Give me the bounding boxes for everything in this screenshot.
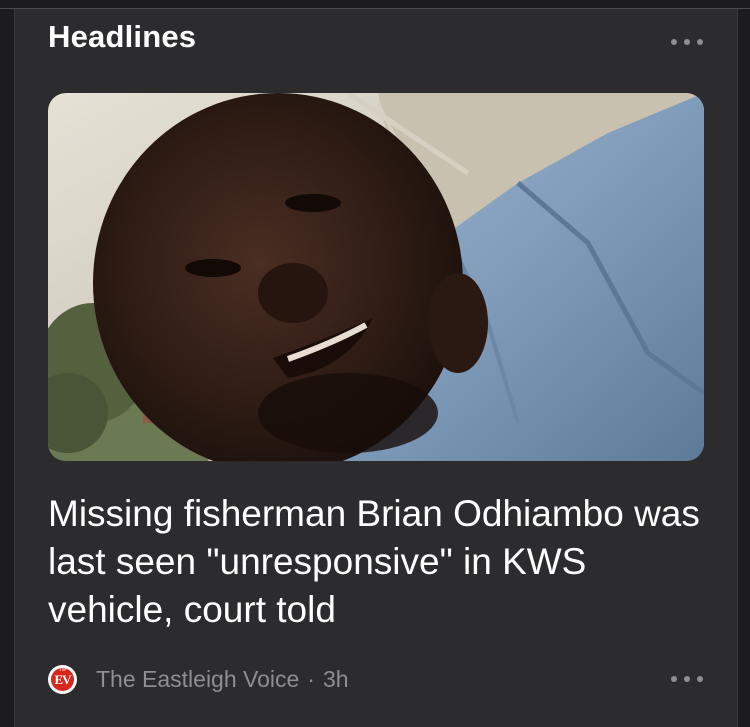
ellipsis-icon	[671, 39, 677, 45]
top-divider	[0, 0, 750, 9]
ellipsis-icon-dot	[684, 676, 690, 682]
ellipsis-icon-dot	[697, 676, 703, 682]
source-name: The Eastleigh Voice	[96, 665, 300, 692]
source-logo: The EV	[48, 664, 77, 694]
source-separator: ·	[307, 665, 315, 692]
article-photo	[48, 93, 704, 461]
article-time: 3h	[322, 665, 349, 692]
ellipsis-icon	[671, 676, 677, 682]
headlines-card: Headlines Missing fisherman Brian Odhiam…	[14, 9, 738, 727]
article-headline[interactable]: Missing fisherman Brian Odhiambo was las…	[48, 490, 718, 634]
section-title: Headlines	[48, 19, 197, 54]
ellipsis-icon-dot	[697, 39, 703, 45]
source-logo-letters: EV	[54, 671, 71, 687]
article-more-button[interactable]	[671, 670, 703, 688]
article-image[interactable]	[48, 93, 704, 461]
section-more-button[interactable]	[671, 33, 703, 51]
article-source[interactable]: The EV The Eastleigh Voice · 3h	[48, 664, 349, 694]
ellipsis-icon-dot	[684, 39, 690, 45]
